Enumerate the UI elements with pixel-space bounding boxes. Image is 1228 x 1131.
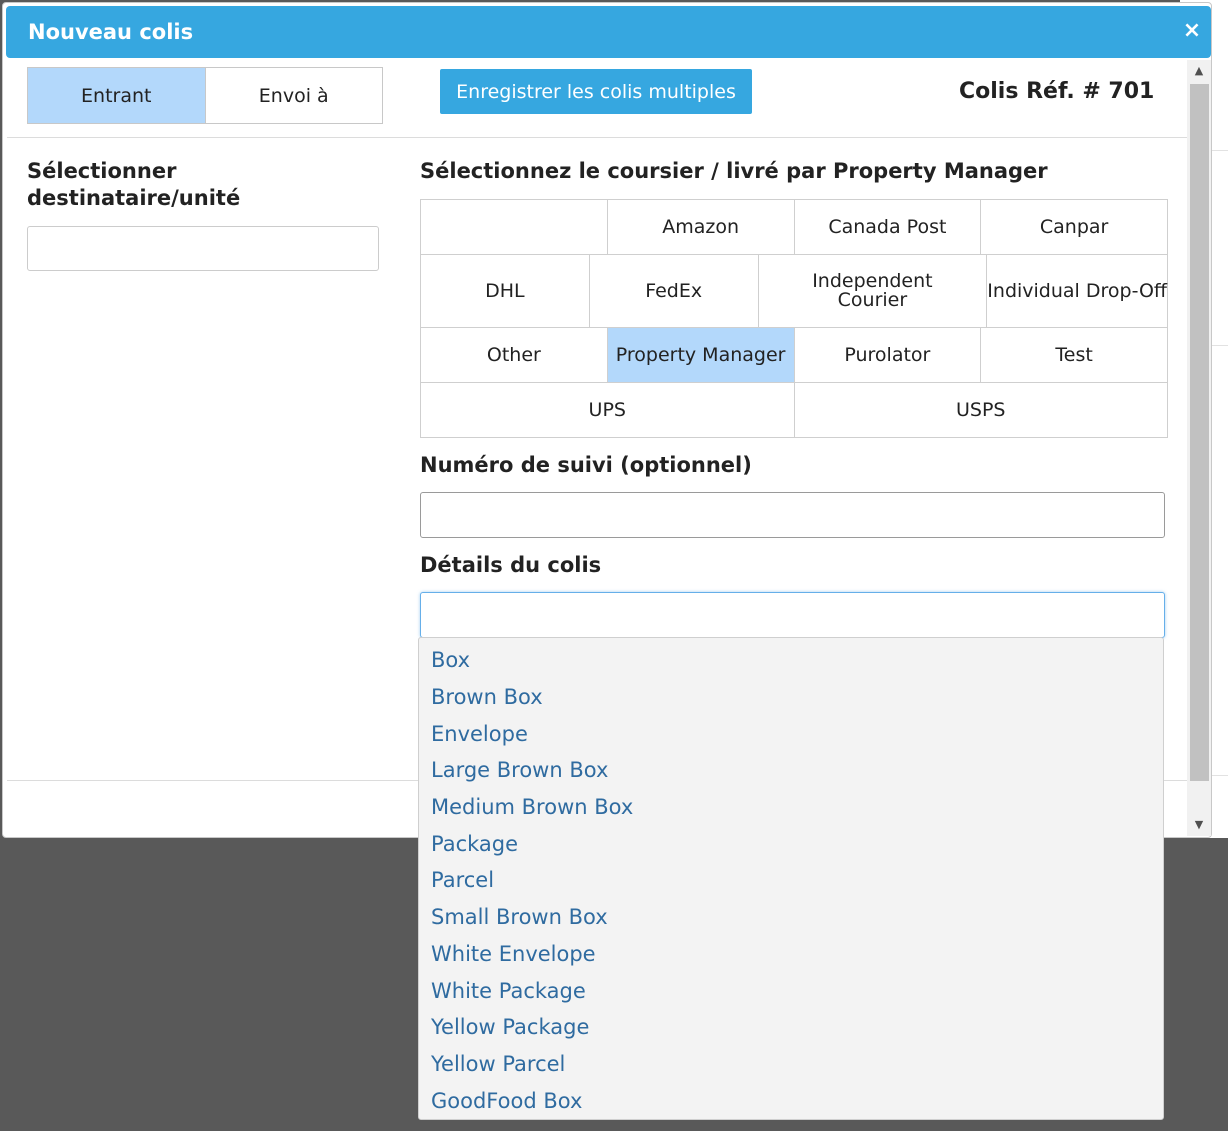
tracking-number-input[interactable] bbox=[420, 492, 1165, 538]
dropdown-option[interactable]: Parcel bbox=[419, 862, 1163, 899]
scroll-up-arrow-icon[interactable]: ▲ bbox=[1187, 60, 1211, 82]
courier-row: UPS USPS bbox=[421, 383, 1167, 437]
courier-option-other[interactable]: Other bbox=[421, 328, 608, 382]
parcel-details-dropdown: Box Brown Box Envelope Large Brown Box M… bbox=[418, 637, 1164, 1120]
modal-header: Nouveau colis × bbox=[6, 6, 1211, 58]
courier-option-purolator[interactable]: Purolator bbox=[795, 328, 982, 382]
dropdown-option[interactable]: Small Brown Box bbox=[419, 899, 1163, 936]
details-label: Détails du colis bbox=[420, 553, 602, 577]
direction-tabs: Entrant Envoi à bbox=[27, 67, 383, 124]
parcel-details-input[interactable] bbox=[420, 592, 1165, 638]
dropdown-option[interactable]: White Envelope bbox=[419, 936, 1163, 973]
dropdown-option[interactable]: White Package bbox=[419, 972, 1163, 1009]
save-multiple-parcels-button[interactable]: Enregistrer les colis multiples bbox=[440, 69, 752, 114]
courier-option-usps[interactable]: USPS bbox=[795, 383, 1168, 437]
courier-option-canada-post[interactable]: Canada Post bbox=[795, 200, 982, 254]
close-icon[interactable]: × bbox=[1181, 20, 1203, 42]
recipient-input[interactable] bbox=[27, 226, 379, 271]
dropdown-option[interactable]: GoodFood Box bbox=[419, 1082, 1163, 1119]
tab-entrant[interactable]: Entrant bbox=[28, 68, 206, 123]
tab-envoi[interactable]: Envoi à bbox=[206, 68, 383, 123]
modal-title: Nouveau colis bbox=[28, 20, 194, 44]
recipient-label: Sélectionner destinataire/unité bbox=[27, 159, 241, 210]
courier-option-dhl[interactable]: DHL bbox=[421, 255, 590, 327]
dropdown-option[interactable]: Large Brown Box bbox=[419, 752, 1163, 789]
courier-option-property-manager[interactable]: Property Manager bbox=[607, 328, 795, 382]
dropdown-option[interactable]: Envelope bbox=[419, 715, 1163, 752]
courier-option-blank[interactable] bbox=[421, 200, 608, 254]
courier-option-test[interactable]: Test bbox=[981, 328, 1167, 382]
courier-option-independent-courier[interactable]: Independent Courier bbox=[759, 255, 988, 327]
dropdown-option[interactable]: Box bbox=[419, 642, 1163, 679]
modal-scrollbar[interactable]: ▲ ▼ bbox=[1187, 60, 1211, 836]
courier-row: Amazon Canada Post Canpar bbox=[421, 200, 1167, 255]
header-divider bbox=[7, 137, 1187, 138]
scroll-down-arrow-icon[interactable]: ▼ bbox=[1187, 814, 1211, 836]
parcel-reference: Colis Réf. # 701 bbox=[959, 79, 1155, 104]
courier-row: Other Property Manager Purolator Test bbox=[421, 328, 1167, 383]
dropdown-option[interactable]: Yellow Parcel bbox=[419, 1046, 1163, 1083]
scroll-thumb[interactable] bbox=[1190, 84, 1209, 781]
tracking-label: Numéro de suivi (optionnel) bbox=[420, 453, 752, 477]
dropdown-option[interactable]: Brown Box bbox=[419, 679, 1163, 716]
courier-label: Sélectionnez le coursier / livré par Pro… bbox=[420, 159, 1048, 183]
courier-option-fedex[interactable]: FedEx bbox=[590, 255, 759, 327]
courier-grid: Amazon Canada Post Canpar DHL FedEx Inde… bbox=[420, 199, 1168, 438]
courier-option-amazon[interactable]: Amazon bbox=[608, 200, 795, 254]
dropdown-option[interactable]: Yellow Package bbox=[419, 1009, 1163, 1046]
courier-option-ups[interactable]: UPS bbox=[421, 383, 795, 437]
dropdown-option[interactable]: Medium Brown Box bbox=[419, 789, 1163, 826]
courier-option-canpar[interactable]: Canpar bbox=[981, 200, 1167, 254]
courier-option-individual-drop-off[interactable]: Individual Drop-Off bbox=[987, 255, 1167, 327]
dropdown-option[interactable]: Package bbox=[419, 825, 1163, 862]
courier-row: DHL FedEx Independent Courier Individual… bbox=[421, 255, 1167, 328]
